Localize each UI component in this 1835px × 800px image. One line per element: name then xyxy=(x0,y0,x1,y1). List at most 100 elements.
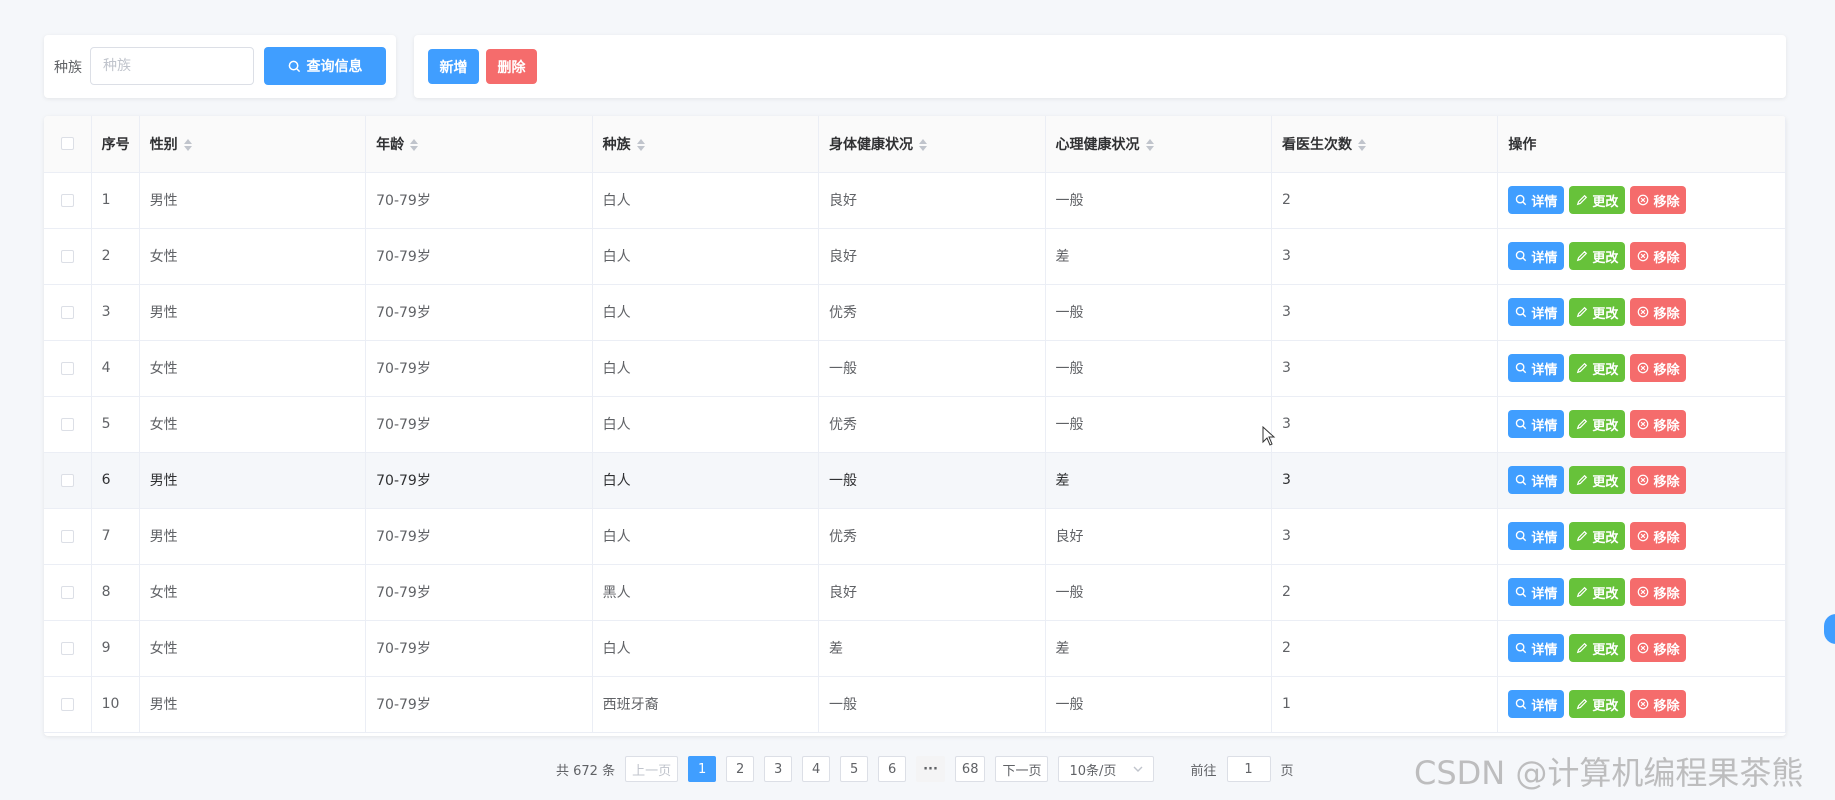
edit-button[interactable]: 更改 xyxy=(1569,690,1626,718)
header-gender[interactable]: 性别 xyxy=(139,116,367,173)
detail-button[interactable]: 详情 xyxy=(1508,578,1565,606)
header-doctor-visits[interactable]: 看医生次数 xyxy=(1271,116,1499,173)
remove-button[interactable]: 移除 xyxy=(1630,298,1687,326)
remove-button[interactable]: 移除 xyxy=(1630,578,1687,606)
row-checkbox[interactable] xyxy=(60,585,74,599)
detail-button[interactable]: 详情 xyxy=(1508,410,1565,438)
edit-button[interactable]: 更改 xyxy=(1569,242,1626,270)
detail-button[interactable]: 详情 xyxy=(1508,466,1565,494)
edit-button[interactable]: 更改 xyxy=(1569,410,1626,438)
row-select-cell xyxy=(44,508,92,565)
pencil-icon xyxy=(1577,306,1588,318)
edit-button[interactable]: 更改 xyxy=(1569,578,1626,606)
race-search-input[interactable] xyxy=(90,47,254,85)
row-select-cell xyxy=(44,564,92,621)
more-pages-button[interactable]: ··· xyxy=(916,756,945,782)
page-button[interactable]: 5 xyxy=(840,756,869,782)
remove-button[interactable]: 移除 xyxy=(1630,410,1687,438)
prev-page-button[interactable]: 上一页 xyxy=(625,756,679,782)
side-float-button[interactable] xyxy=(1824,614,1835,644)
table-row[interactable]: 9 女性 70-79岁 白人差差 2 详情 更改 移除 xyxy=(44,620,1786,677)
header-mental-health[interactable]: 心理健康状况 xyxy=(1045,116,1272,173)
page-button[interactable]: 2 xyxy=(726,756,755,782)
cell-race: 白人 xyxy=(592,396,820,453)
add-button[interactable]: 新增 xyxy=(428,49,479,84)
detail-button[interactable]: 详情 xyxy=(1508,690,1565,718)
table-row[interactable]: 5 女性 70-79岁 白人 优秀 一般 3 详情 更改 移除 xyxy=(44,396,1786,453)
next-page-button[interactable]: 下一页 xyxy=(995,756,1049,782)
edit-button[interactable]: 更改 xyxy=(1569,634,1626,662)
cell-age: 70-79岁 xyxy=(365,284,593,341)
table-row[interactable]: 3 男性 70-79岁 白人 优秀 一般 3 详情 更改 移除 xyxy=(44,284,1786,341)
row-select-cell xyxy=(44,396,92,453)
header-physical-health[interactable]: 身体健康状况 xyxy=(818,116,1046,173)
edit-button[interactable]: 更改 xyxy=(1569,354,1626,382)
close-circle-icon xyxy=(1638,306,1649,318)
edit-button[interactable]: 更改 xyxy=(1569,186,1626,214)
table-row[interactable]: 10 男性 70-79岁 西班牙裔 一般 一般 1 详情 更改 移除 xyxy=(44,676,1786,733)
page-size-select[interactable]: 10条/页 xyxy=(1058,756,1155,782)
remove-button-label: 移除 xyxy=(1653,418,1680,434)
page-button[interactable]: 1 xyxy=(688,756,717,782)
cell-race: 白人 xyxy=(592,508,820,565)
detail-button[interactable]: 详情 xyxy=(1508,298,1565,326)
search-icon xyxy=(1516,194,1527,206)
detail-button[interactable]: 详情 xyxy=(1508,522,1565,550)
row-checkbox[interactable] xyxy=(60,249,74,263)
remove-button[interactable]: 移除 xyxy=(1630,242,1687,270)
search-icon xyxy=(1516,250,1527,262)
cell-physical-health: 良好 xyxy=(818,564,1046,621)
delete-button-label: 删除 xyxy=(497,59,526,76)
goto-label: 前往 xyxy=(1190,763,1217,779)
header-race[interactable]: 种族 xyxy=(592,116,820,173)
sort-icon[interactable] xyxy=(919,138,928,151)
sort-icon[interactable] xyxy=(1357,138,1366,151)
remove-button-label: 移除 xyxy=(1653,530,1680,546)
row-checkbox[interactable] xyxy=(60,697,74,711)
detail-button[interactable]: 详情 xyxy=(1508,634,1565,662)
row-select-cell xyxy=(44,340,92,397)
select-all-checkbox[interactable] xyxy=(60,137,74,151)
sort-icon[interactable] xyxy=(183,138,192,151)
table-row[interactable]: 4 女性 70-79岁 白人 一般 一般 3 详情 更改 移除 xyxy=(44,340,1786,397)
page-button[interactable]: 6 xyxy=(878,756,907,782)
row-checkbox[interactable] xyxy=(60,193,74,207)
header-operations: 操作 xyxy=(1497,116,1786,173)
page-button[interactable]: 4 xyxy=(802,756,831,782)
row-checkbox[interactable] xyxy=(60,361,74,375)
page-button[interactable]: 3 xyxy=(764,756,793,782)
table-row[interactable]: 8 女性 70-79岁 黑人 良好 一般 2 详情 更改 移除 xyxy=(44,564,1786,621)
remove-button[interactable]: 移除 xyxy=(1630,522,1687,550)
detail-button[interactable]: 详情 xyxy=(1508,186,1565,214)
row-checkbox[interactable] xyxy=(60,529,74,543)
row-checkbox[interactable] xyxy=(60,473,74,487)
page-button-last[interactable]: 68 xyxy=(954,756,986,782)
sort-icon[interactable] xyxy=(1145,138,1154,151)
edit-button[interactable]: 更改 xyxy=(1569,522,1626,550)
query-button[interactable]: 查询信息 xyxy=(264,47,386,85)
table-row[interactable]: 1 男性 70-79岁 白人 良好 一般 2 详情 更改 移除 xyxy=(44,172,1786,229)
table-row[interactable]: 7 男性 70-79岁 白人 优秀 良好 3 详情 更改 移除 xyxy=(44,508,1786,565)
remove-button[interactable]: 移除 xyxy=(1630,186,1687,214)
remove-button[interactable]: 移除 xyxy=(1630,354,1687,382)
delete-button[interactable]: 删除 xyxy=(486,49,537,84)
sort-icon[interactable] xyxy=(410,138,419,151)
remove-button[interactable]: 移除 xyxy=(1630,690,1687,718)
detail-button[interactable]: 详情 xyxy=(1508,354,1565,382)
search-icon xyxy=(1516,530,1527,542)
remove-button[interactable]: 移除 xyxy=(1630,634,1687,662)
row-checkbox[interactable] xyxy=(60,641,74,655)
row-checkbox[interactable] xyxy=(60,305,74,319)
detail-button[interactable]: 详情 xyxy=(1508,242,1565,270)
row-checkbox[interactable] xyxy=(60,417,74,431)
sort-icon[interactable] xyxy=(636,138,645,151)
table-row[interactable]: 2 女性 70-79岁 白人 良好差 3 详情 更改 移除 xyxy=(44,228,1786,285)
cell-mental-health: 差 xyxy=(1045,228,1272,285)
remove-button-label: 移除 xyxy=(1653,698,1680,714)
goto-page-input[interactable] xyxy=(1226,756,1271,782)
edit-button[interactable]: 更改 xyxy=(1569,466,1626,494)
remove-button[interactable]: 移除 xyxy=(1630,466,1687,494)
header-age[interactable]: 年龄 xyxy=(365,116,593,173)
edit-button[interactable]: 更改 xyxy=(1569,298,1626,326)
table-row[interactable]: 6 男性 70-79岁 白人 一般差 3 详情 更改 移除 xyxy=(44,452,1786,509)
